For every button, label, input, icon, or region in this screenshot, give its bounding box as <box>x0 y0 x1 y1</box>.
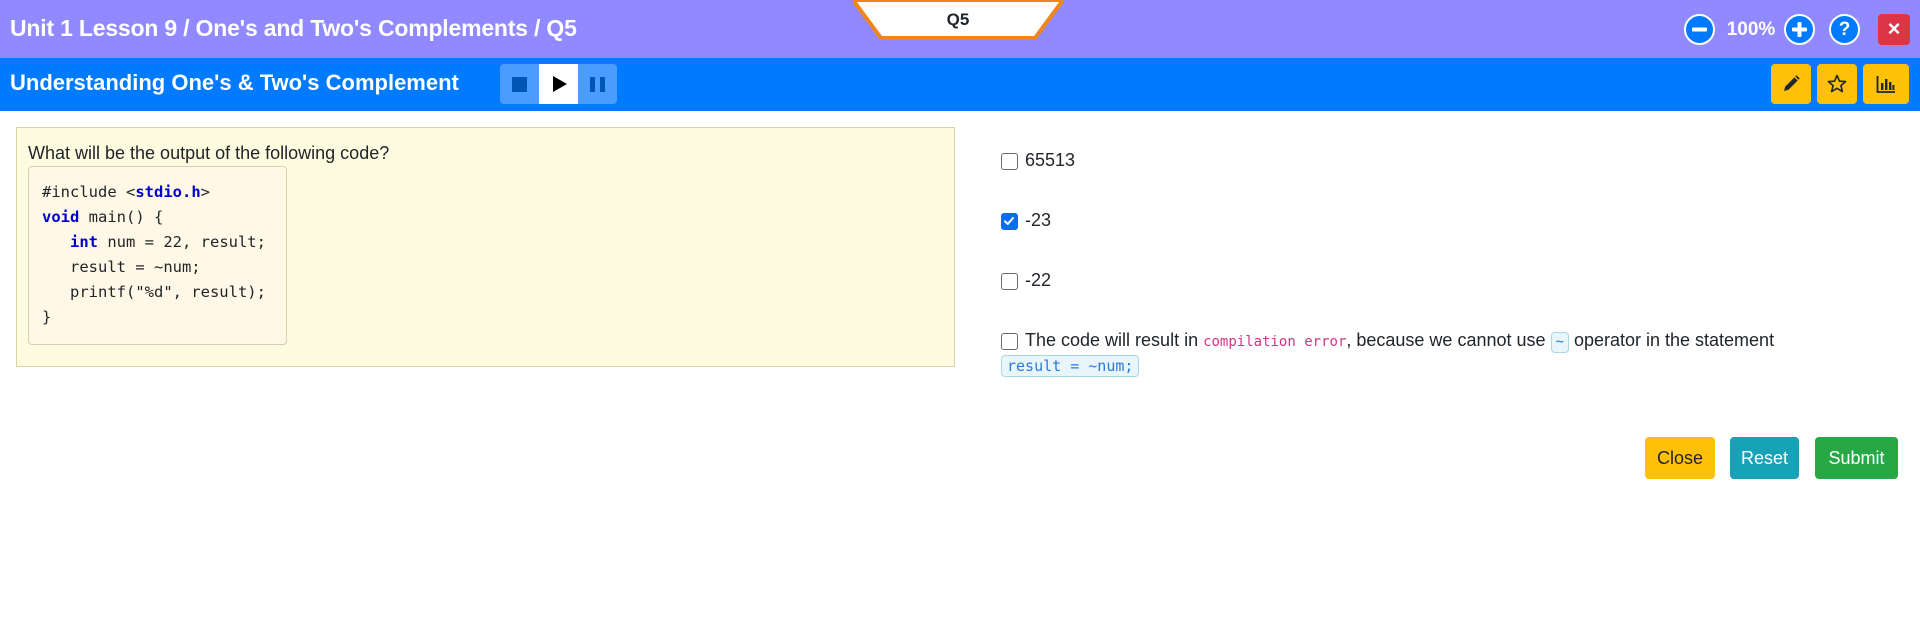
play-button[interactable] <box>539 64 578 104</box>
option-4-label: The code will result in compilation erro… <box>1025 330 1774 353</box>
inline-code-statement: result = ~num; <box>1001 355 1140 377</box>
option-3-label: -22 <box>1025 270 1052 290</box>
breadcrumb: Unit 1 Lesson 9 / One's and Two's Comple… <box>10 15 577 41</box>
lesson-title: Understanding One's & Two's Complement <box>10 70 459 95</box>
top-bar: Unit 1 Lesson 9 / One's and Two's Comple… <box>0 0 1920 58</box>
media-controls <box>500 64 617 104</box>
option-4-code-line: result = ~num; <box>1001 355 1140 377</box>
inline-code-compilation-error: compilation error <box>1203 334 1347 350</box>
pencil-button[interactable] <box>1771 64 1811 104</box>
option-1-checkbox[interactable] <box>1001 153 1018 170</box>
option-2-label: -23 <box>1025 210 1052 230</box>
zoom-level: 100% <box>1726 19 1776 40</box>
pause-button[interactable] <box>578 64 617 104</box>
option-4-checkbox[interactable] <box>1001 333 1018 350</box>
minus-icon <box>1692 27 1707 32</box>
question-tab[interactable]: Q5 <box>853 0 1063 42</box>
option-2-checkbox[interactable] <box>1001 213 1018 230</box>
stop-button[interactable] <box>500 64 539 104</box>
bar-chart-icon <box>1876 76 1895 93</box>
question-mark-icon: ? <box>1838 19 1851 40</box>
help-button[interactable]: ? <box>1829 14 1860 45</box>
zoom-in-button[interactable] <box>1784 14 1815 45</box>
code-line-2: void main() { <box>42 208 164 226</box>
submit-button[interactable]: Submit <box>1815 437 1898 479</box>
statistics-button[interactable] <box>1863 64 1909 104</box>
check-icon <box>1004 217 1014 225</box>
option-1-label: 65513 <box>1025 150 1076 170</box>
option-3-checkbox[interactable] <box>1001 273 1018 290</box>
code-block: #include <stdio.h> void main() { int num… <box>28 166 287 345</box>
code-line-6: } <box>42 308 52 326</box>
close-icon: × <box>1887 16 1901 41</box>
code-text: #include <stdio.h> void main() { int num… <box>42 180 266 330</box>
code-line-5: printf("%d", result); <box>42 283 266 301</box>
star-button[interactable] <box>1817 64 1857 104</box>
code-line-4: result = ~num; <box>42 258 201 276</box>
pencil-icon <box>1784 75 1800 91</box>
stop-icon <box>512 77 527 92</box>
inline-code-tilde: ~ <box>1550 332 1569 353</box>
pause-icon <box>590 77 605 92</box>
reset-button[interactable]: Reset <box>1730 437 1799 479</box>
question-tab-label: Q5 <box>946 10 970 29</box>
star-icon <box>1827 74 1847 93</box>
close-button[interactable]: Close <box>1645 437 1715 479</box>
code-line-3: int num = 22, result; <box>70 233 266 251</box>
play-icon <box>553 76 567 92</box>
lesson-bar: Understanding One's & Two's Complement <box>0 58 1920 111</box>
question-prompt: What will be the output of the following… <box>28 143 390 163</box>
plus-icon <box>1792 22 1807 37</box>
close-window-button[interactable]: × <box>1878 14 1910 45</box>
code-line-1: #include <stdio.h> <box>42 183 210 201</box>
question-panel: What will be the output of the following… <box>16 127 955 367</box>
zoom-out-button[interactable] <box>1684 14 1715 45</box>
